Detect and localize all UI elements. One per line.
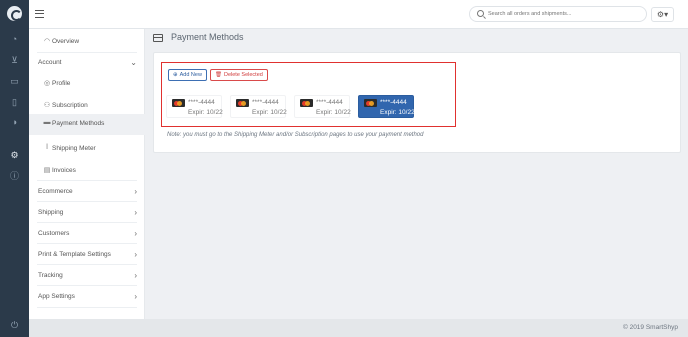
plus-circle-icon: ⊕ (173, 72, 178, 78)
invoice-icon: ▤ (43, 167, 51, 174)
sidebar-item-label: Ecommerce (38, 188, 73, 195)
sidebar-item-invoices[interactable]: ▤ Invoices (29, 161, 145, 182)
chevron-right-icon: › (134, 271, 137, 280)
delete-selected-label: Delete Selected (223, 72, 263, 78)
card-expiry: Expir: 10/22 (252, 109, 287, 116)
sidebar-item-label: Overview (52, 38, 80, 45)
footer: © 2019 SmartShyp (29, 319, 688, 337)
credit-card-icon: ▬ (43, 119, 51, 126)
chevron-right-icon: › (134, 187, 137, 196)
chevron-right-icon: › (134, 292, 137, 301)
sidebar-item-label: Profile (52, 80, 71, 87)
sidebar-item-label: Shipping (38, 209, 64, 216)
sidebar-item-overview[interactable]: ◠ Overview (29, 32, 145, 53)
card-number: ****-4444 (252, 99, 279, 106)
sidebar-item-account[interactable]: Account ⌄ (29, 53, 145, 74)
divider (37, 180, 137, 181)
cart-icon[interactable]: ⊻ (9, 55, 20, 66)
sidebar-item-print-template-settings[interactable]: Print & Template Settings › (29, 245, 145, 266)
divider (37, 201, 137, 202)
truck-icon[interactable]: ▭ (9, 76, 20, 87)
divider (37, 222, 137, 223)
mastercard-icon (300, 99, 313, 107)
sidebar-item-payment-methods[interactable]: ▬ Payment Methods (29, 114, 145, 135)
sidebar-item-label: Subscription (52, 102, 88, 109)
sidebar-item-label: Invoices (52, 167, 76, 174)
card-expiry: Expir: 10/22 (188, 109, 223, 116)
menu-icon[interactable] (35, 10, 44, 18)
sidebar-item-label: Customers (38, 230, 70, 237)
search-input[interactable] (488, 9, 638, 19)
search-box[interactable] (469, 6, 647, 22)
delete-selected-button[interactable]: 🗑 Delete Selected (210, 69, 268, 81)
trash-icon: 🗑 (215, 72, 222, 78)
sidebar-item-label: Shipping Meter (52, 145, 96, 152)
payment-card[interactable]: ****-4444 Expir: 10/22 (294, 95, 351, 118)
payment-card-selected[interactable]: ****-4444 Expir: 10/22 (358, 95, 415, 118)
mastercard-icon (236, 99, 249, 107)
sidebar-item-label: Tracking (38, 272, 63, 279)
thermometer-icon: ǀ (46, 144, 48, 151)
chevron-down-icon: ⌄ (130, 58, 137, 67)
settings-dropdown-button[interactable]: ⚙▾ (651, 7, 674, 22)
sidebar-item-customers[interactable]: Customers › (29, 224, 145, 245)
sidebar-item-shipping[interactable]: Shipping › (29, 203, 145, 224)
divider (37, 264, 137, 265)
search-icon (477, 10, 484, 17)
credit-card-icon (153, 34, 163, 42)
payment-card[interactable]: ****-4444 Expir: 10/22 (230, 95, 287, 118)
chart-icon[interactable]: ◑ (9, 117, 20, 128)
mastercard-icon (364, 99, 377, 107)
document-icon[interactable]: ▯ (9, 97, 20, 108)
chevron-right-icon: › (134, 250, 137, 259)
sidebar-item-tracking[interactable]: Tracking › (29, 266, 145, 287)
sidebar-item-label: App Settings (38, 293, 75, 300)
info-icon[interactable]: ⓘ (9, 171, 20, 182)
card-number: ****-4444 (188, 99, 215, 106)
payment-note: Note: you must go to the Shipping Meter … (167, 132, 424, 138)
chevron-right-icon: › (134, 229, 137, 238)
logo-icon[interactable] (7, 6, 22, 21)
sidebar-item-label: Account (38, 59, 62, 66)
card-expiry: Expir: 10/22 (380, 109, 415, 116)
chevron-right-icon: › (134, 208, 137, 217)
top-bar: ⚙▾ (29, 0, 688, 29)
divider (37, 307, 137, 308)
dashboard-icon[interactable]: ◔ (9, 34, 20, 45)
add-new-button[interactable]: ⊕ Add New (168, 69, 207, 81)
copyright-text: © 2019 SmartShyp (622, 324, 678, 331)
card-number: ****-4444 (380, 99, 407, 106)
card-expiry: Expir: 10/22 (316, 109, 351, 116)
highlight-box: ⊕ Add New 🗑 Delete Selected ****-4444 Expi… (161, 62, 456, 127)
settings-cogs-icon[interactable]: ⚙ (9, 150, 20, 161)
sidebar-item-shipping-meter[interactable]: ǀ Shipping Meter (29, 139, 145, 160)
sidebar-item-ecommerce[interactable]: Ecommerce › (29, 182, 145, 203)
icon-rail: ◔ ⊻ ▭ ▯ ◑ ⚙ ⓘ ⏻ (0, 0, 29, 337)
add-new-label: Add New (179, 72, 202, 78)
divider (37, 243, 137, 244)
page-title: Payment Methods (171, 32, 244, 42)
power-icon[interactable]: ⏻ (9, 320, 20, 331)
sidebar: ◠ Overview Account ⌄ ◎ Profile ⚇ Subscri… (29, 29, 145, 319)
sidebar-item-label: Payment Methods (52, 120, 105, 127)
divider (37, 285, 137, 286)
speedometer-icon: ◠ (43, 38, 51, 45)
sidebar-item-app-settings[interactable]: App Settings › (29, 287, 145, 308)
sidebar-item-label: Print & Template Settings (38, 251, 111, 258)
users-icon: ⚇ (43, 102, 51, 109)
sidebar-item-profile[interactable]: ◎ Profile (29, 74, 145, 95)
payment-methods-panel: ⊕ Add New 🗑 Delete Selected ****-4444 Expi… (153, 52, 681, 153)
user-circle-icon: ◎ (43, 80, 51, 87)
card-number: ****-4444 (316, 99, 343, 106)
mastercard-icon (172, 99, 185, 107)
payment-card[interactable]: ****-4444 Expir: 10/22 (166, 95, 223, 118)
